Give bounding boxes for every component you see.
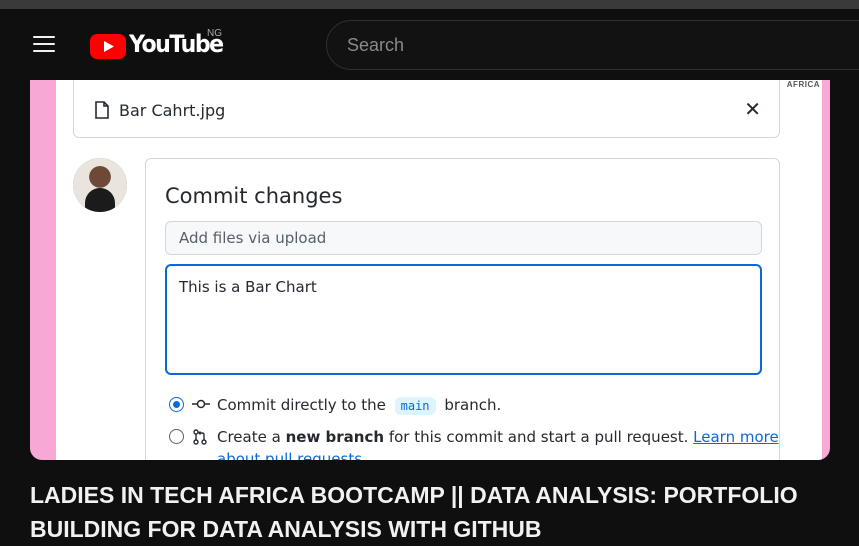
file-name: Bar Cahrt.jpg (119, 101, 226, 120)
avatar-figure (73, 158, 127, 212)
watermark: AFRICA (786, 80, 820, 89)
search-box[interactable] (326, 20, 859, 70)
video-player[interactable]: AFRICA Bar Cahrt.jpg ✕ Commit changes Th… (30, 80, 830, 460)
git-commit-icon (192, 399, 210, 409)
radio-commit-direct[interactable] (169, 397, 184, 412)
youtube-play-icon (90, 34, 126, 59)
option-commit-direct-text: Commit directly to the main branch. (217, 396, 502, 415)
country-code: NG (207, 28, 222, 39)
commit-title: Commit changes (165, 184, 343, 208)
option-commit-direct[interactable]: Commit directly to the main branch. (169, 394, 759, 416)
search-input[interactable] (347, 21, 847, 69)
learn-more-link[interactable]: Learn more (693, 428, 779, 446)
remove-file-close-icon[interactable]: ✕ (744, 97, 761, 122)
pull-request-icon (193, 429, 207, 445)
video-title: LADIES IN TECH AFRICA BOOTCAMP || DATA A… (30, 482, 798, 542)
option-new-branch-text: Create a new branch for this commit and … (217, 428, 779, 446)
youtube-header: YouTube NG (0, 9, 859, 80)
radio-new-branch[interactable] (169, 429, 184, 444)
hamburger-menu-icon[interactable] (31, 34, 57, 54)
uploaded-file-row: Bar Cahrt.jpg ✕ (73, 80, 780, 138)
youtube-logo[interactable]: YouTube NG (90, 28, 230, 60)
learn-more-link-continued[interactable]: about pull requests (217, 450, 362, 460)
github-page: AFRICA Bar Cahrt.jpg ✕ Commit changes Th… (56, 80, 822, 460)
commit-summary-input[interactable] (165, 221, 762, 255)
option-new-branch[interactable]: Create a new branch for this commit and … (169, 426, 779, 460)
commit-description-textarea[interactable]: This is a Bar Chart (165, 264, 762, 375)
commit-changes-panel: Commit changes This is a Bar Chart Commi… (145, 158, 780, 460)
file-icon (95, 101, 109, 119)
top-strip (0, 0, 859, 9)
branch-name-pill: main (394, 397, 436, 415)
